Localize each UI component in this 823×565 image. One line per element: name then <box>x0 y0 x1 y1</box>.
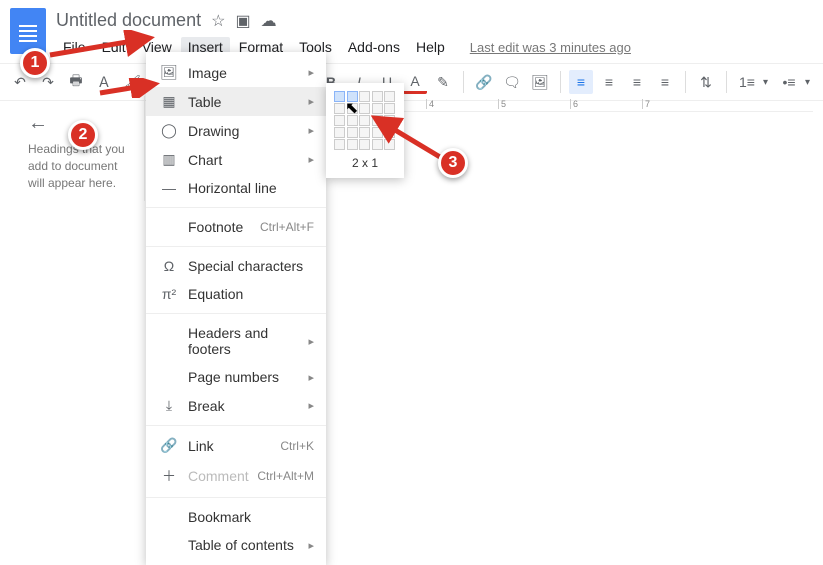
menu-edit[interactable]: Edit <box>95 37 133 57</box>
insert-comment-button[interactable]: 🗨 <box>500 70 524 94</box>
menu-addons[interactable]: Add-ons <box>341 37 407 57</box>
numbered-list-button[interactable]: 1≡ <box>735 70 759 94</box>
hr-icon: — <box>158 180 180 196</box>
menu-table[interactable]: ▦Table▸ <box>146 87 326 116</box>
menu-drawing[interactable]: ◯Drawing▸ <box>146 116 326 145</box>
table-size-picker[interactable]: 2 x 1 <box>326 83 404 178</box>
drawing-icon: ◯ <box>158 122 180 139</box>
cloud-icon[interactable]: ☁ <box>261 11 277 31</box>
align-justify-button[interactable]: ≡ <box>653 70 677 94</box>
grid-cell[interactable] <box>334 127 345 138</box>
align-left-button[interactable]: ≡ <box>569 70 593 94</box>
menu-footnote[interactable]: FootnoteCtrl+Alt+F <box>146 213 326 241</box>
grid-cell[interactable] <box>334 139 345 150</box>
grid-cell[interactable] <box>384 127 395 138</box>
outline-panel: ← Headings that you add to document will… <box>0 96 145 201</box>
menu-comment: ＋CommentCtrl+Alt+M <box>146 460 326 492</box>
insert-image-button[interactable]: 🖼 <box>528 70 552 94</box>
last-edit-link[interactable]: Last edit was 3 minutes ago <box>470 40 631 55</box>
grid-cell[interactable] <box>384 115 395 126</box>
grid-cell[interactable] <box>372 139 383 150</box>
star-icon[interactable]: ☆ <box>211 11 225 31</box>
grid-cell[interactable] <box>347 139 358 150</box>
callout-1: 1 <box>20 48 50 78</box>
grid-cell[interactable] <box>359 91 370 102</box>
menu-toc[interactable]: Table of contents▸ <box>146 531 326 559</box>
menu-break[interactable]: ⤓Break▸ <box>146 391 326 420</box>
menu-chart[interactable]: ▥Chart▸ <box>146 145 326 174</box>
grid-cell[interactable] <box>372 103 383 114</box>
line-spacing-button[interactable]: ⇅ <box>694 70 718 94</box>
grid-cell[interactable] <box>359 103 370 114</box>
grid-cell[interactable] <box>334 91 345 102</box>
menu-headers-footers[interactable]: Headers and footers▸ <box>146 319 326 363</box>
insert-link-button[interactable]: 🔗 <box>472 70 496 94</box>
align-right-button[interactable]: ≡ <box>625 70 649 94</box>
grid-cell[interactable] <box>359 139 370 150</box>
menu-page-numbers[interactable]: Page numbers▸ <box>146 363 326 391</box>
insert-dropdown: 🖼Image▸ ▦Table▸ ◯Drawing▸ ▥Chart▸ —Horiz… <box>146 52 326 565</box>
table-icon: ▦ <box>158 93 180 110</box>
grid-cell[interactable] <box>334 115 345 126</box>
menu-help[interactable]: Help <box>409 37 452 57</box>
menu-equation[interactable]: π²Equation <box>146 280 326 308</box>
grid-cell[interactable] <box>334 103 345 114</box>
callout-3: 3 <box>438 148 468 178</box>
grid-cell[interactable] <box>359 127 370 138</box>
menu-special-chars[interactable]: ΩSpecial characters <box>146 252 326 280</box>
callout-2: 2 <box>68 120 98 150</box>
pi-icon: π² <box>158 286 180 302</box>
link-icon: 🔗 <box>158 437 180 454</box>
bulleted-list-button[interactable]: •≡ <box>777 70 801 94</box>
paint-format-button[interactable]: 🖌 <box>120 70 144 94</box>
chart-icon: ▥ <box>158 151 180 168</box>
menu-file[interactable]: File <box>56 37 93 57</box>
document-title[interactable]: Untitled document <box>56 10 201 31</box>
grid-cell[interactable] <box>384 91 395 102</box>
menu-link[interactable]: 🔗LinkCtrl+K <box>146 431 326 460</box>
omega-icon: Ω <box>158 258 180 274</box>
align-center-button[interactable]: ≡ <box>597 70 621 94</box>
grid-cell[interactable] <box>372 115 383 126</box>
move-icon[interactable]: ▣ <box>235 11 250 31</box>
text-color-button[interactable]: A <box>403 70 427 94</box>
menu-hr[interactable]: —Horizontal line <box>146 174 326 202</box>
grid-cell[interactable] <box>384 139 395 150</box>
table-size-label: 2 x 1 <box>334 150 396 170</box>
grid-cell[interactable] <box>372 91 383 102</box>
grid-cell[interactable] <box>359 115 370 126</box>
grid-cell[interactable] <box>347 127 358 138</box>
highlight-button[interactable]: ✎ <box>431 70 455 94</box>
break-icon: ⤓ <box>158 397 180 414</box>
spellcheck-button[interactable]: Ａ <box>92 70 116 94</box>
comment-icon: ＋ <box>158 466 180 486</box>
grid-cell[interactable] <box>384 103 395 114</box>
image-icon: 🖼 <box>158 64 180 81</box>
docs-logo[interactable] <box>10 8 46 54</box>
cursor-icon: ⬉ <box>345 98 358 118</box>
menu-bookmark[interactable]: Bookmark <box>146 503 326 531</box>
print-button[interactable]: 🖶 <box>64 70 88 94</box>
grid-cell[interactable] <box>372 127 383 138</box>
menu-image[interactable]: 🖼Image▸ <box>146 58 326 87</box>
